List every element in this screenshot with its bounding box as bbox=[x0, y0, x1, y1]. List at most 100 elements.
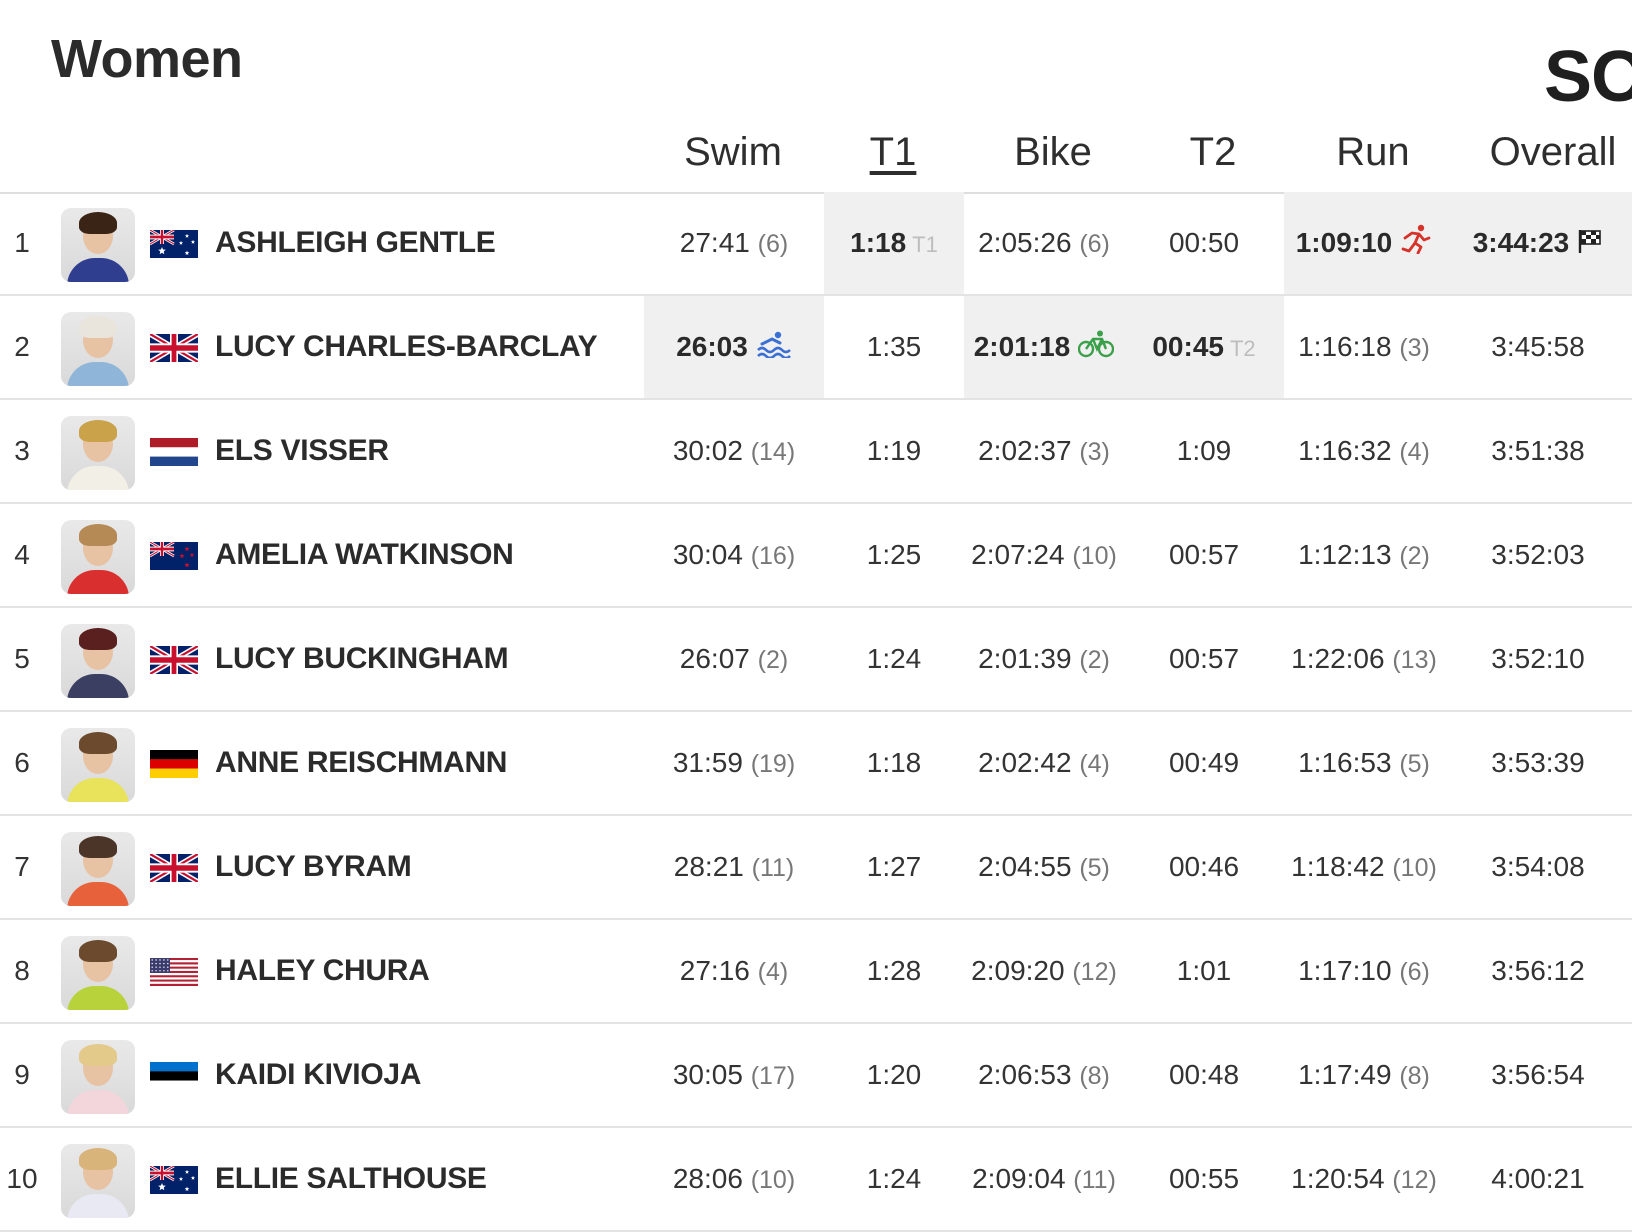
split-time: 2:01:18 bbox=[973, 331, 1071, 362]
table-row[interactable]: 9 KAIDI KIVIOJA 30:05 (17) 1:20 2:06:53 (8) 0… bbox=[0, 1024, 1632, 1128]
cell-run: 1:17:49 (8) bbox=[1284, 1024, 1444, 1126]
split-placing: (2) bbox=[757, 646, 789, 674]
athlete-avatar bbox=[61, 832, 135, 906]
cell-swim: 28:21 (11) bbox=[644, 816, 824, 918]
split-placing: (10) bbox=[750, 1166, 796, 1194]
split-time: 1:09:10 bbox=[1295, 227, 1393, 258]
table-row[interactable]: 1 ASHLEIGH GENTLE 27:41 (6) 1:18 T1 2:05:26 (… bbox=[0, 192, 1632, 296]
athlete-name[interactable]: AMELIA WATKINSON bbox=[215, 504, 514, 606]
athlete-avatar bbox=[61, 728, 135, 802]
rank-number: 10 bbox=[6, 1163, 38, 1194]
split-placing: (3) bbox=[1399, 334, 1430, 362]
split-time: 3:45:58 bbox=[1491, 331, 1585, 362]
cell-overall: 3:52:10 bbox=[1444, 608, 1632, 710]
athlete-name[interactable]: LUCY CHARLES-BARCLAY bbox=[215, 296, 598, 398]
australia-flag bbox=[150, 1166, 198, 1194]
split-time: 2:04:55 bbox=[978, 851, 1072, 882]
athlete-name[interactable]: LUCY BUCKINGHAM bbox=[215, 608, 509, 710]
cell-overall: 3:51:38 bbox=[1444, 400, 1632, 502]
athlete-avatar bbox=[61, 1040, 135, 1114]
estonia-flag bbox=[150, 1062, 198, 1090]
split-time: 1:17:49 bbox=[1298, 1059, 1392, 1090]
split-time: 00:57 bbox=[1168, 643, 1240, 674]
split-placing: (13) bbox=[1392, 646, 1437, 674]
cell-run: 1:18:42 (10) bbox=[1284, 816, 1444, 918]
athlete-name[interactable]: HALEY CHURA bbox=[215, 920, 430, 1022]
transition-tag: T2 bbox=[1229, 336, 1256, 361]
usa-flag bbox=[150, 958, 198, 986]
rank-number: 8 bbox=[14, 955, 30, 986]
split-time: 1:16:53 bbox=[1298, 747, 1392, 778]
athlete-name[interactable]: ASHLEIGH GENTLE bbox=[215, 192, 496, 294]
athlete-avatar bbox=[61, 624, 135, 698]
athlete-name[interactable]: LUCY BYRAM bbox=[215, 816, 412, 918]
table-row[interactable]: 7 LUCY BYRAM 28:21 (11) 1:27 2:04:55 (5) 00:4… bbox=[0, 816, 1632, 920]
athlete-avatar bbox=[61, 416, 135, 490]
cell-t1: 1:28 bbox=[824, 920, 964, 1022]
cell-run: 1:16:32 (4) bbox=[1284, 400, 1444, 502]
cell-t2: 1:01 bbox=[1124, 920, 1284, 1022]
athlete-avatar bbox=[61, 208, 135, 282]
split-time: 1:18 bbox=[850, 227, 907, 258]
table-row[interactable]: 10 ELLIE SALTHOUSE 28:06 (10) 1:24 2:09:04 (… bbox=[0, 1128, 1632, 1232]
table-row[interactable]: 4 AMELIA WATKINSON 30:04 (16) 1:25 2:07:24 (… bbox=[0, 504, 1632, 608]
split-placing: (11) bbox=[751, 854, 795, 882]
cell-run: 1:22:06 (13) bbox=[1284, 608, 1444, 710]
split-placing: (14) bbox=[750, 438, 796, 466]
rank-number: 9 bbox=[14, 1059, 30, 1090]
split-time: 00:45 bbox=[1152, 331, 1224, 362]
page-title: Women bbox=[51, 29, 243, 89]
rank-number: 7 bbox=[14, 851, 30, 882]
cell-t1: 1:20 bbox=[824, 1024, 964, 1126]
table-row[interactable]: 3 ELS VISSER 30:02 (14) 1:19 2:02:37 (3) 1:09… bbox=[0, 400, 1632, 504]
table-row[interactable]: 5 LUCY BUCKINGHAM 26:07 (2) 1:24 2:01:39 (2)… bbox=[0, 608, 1632, 712]
split-time: 1:01 bbox=[1176, 955, 1232, 986]
split-time: 1:28 bbox=[866, 955, 922, 986]
split-placing: (4) bbox=[1079, 750, 1110, 778]
cell-t1: 1:35 bbox=[824, 296, 964, 398]
split-time: 3:52:03 bbox=[1491, 539, 1585, 570]
netherlands-flag bbox=[150, 438, 198, 466]
split-time: 2:07:24 bbox=[971, 539, 1065, 570]
run-icon bbox=[1400, 194, 1432, 296]
athlete-name[interactable]: ELLIE SALTHOUSE bbox=[215, 1128, 487, 1230]
split-time: 1:18:42 bbox=[1291, 851, 1385, 882]
athlete-name[interactable]: KAIDI KIVIOJA bbox=[215, 1024, 421, 1126]
rank-number: 4 bbox=[14, 539, 30, 570]
table-row[interactable]: 6 ANNE REISCHMANN 31:59 (19) 1:18 2:02:42 (4… bbox=[0, 712, 1632, 816]
split-time: 2:09:20 bbox=[971, 955, 1065, 986]
cell-bike: 2:02:42 (4) bbox=[964, 712, 1124, 814]
cell-swim: 30:05 (17) bbox=[644, 1024, 824, 1126]
split-time: 1:24 bbox=[866, 643, 922, 674]
cell-t1: 1:25 bbox=[824, 504, 964, 606]
split-time: 00:55 bbox=[1168, 1163, 1240, 1194]
cell-t2: 1:09 bbox=[1124, 400, 1284, 502]
cell-t2: 00:46 bbox=[1124, 816, 1284, 918]
cell-overall: 3:53:39 bbox=[1444, 712, 1632, 814]
clipped-heading: SO bbox=[1544, 37, 1632, 117]
split-time: 1:35 bbox=[866, 331, 922, 362]
split-time: 1:16:18 bbox=[1298, 331, 1392, 362]
split-placing: (6) bbox=[1079, 230, 1110, 258]
split-time: 3:54:08 bbox=[1491, 851, 1585, 882]
cell-swim: 26:03 bbox=[644, 296, 824, 398]
cell-t2: 00:48 bbox=[1124, 1024, 1284, 1126]
split-time: 27:16 bbox=[679, 955, 750, 986]
results-table-body: 1 ASHLEIGH GENTLE 27:41 (6) 1:18 T1 2:05:26 (… bbox=[0, 192, 1632, 1232]
table-row[interactable]: 8 HALEY CHURA 27:16 (4) 1:28 2:09:20 (12) 1:0… bbox=[0, 920, 1632, 1024]
bike-icon bbox=[1078, 298, 1115, 400]
cell-swim: 30:02 (14) bbox=[644, 400, 824, 502]
cell-bike: 2:02:37 (3) bbox=[964, 400, 1124, 502]
split-placing: (12) bbox=[1392, 1166, 1437, 1194]
split-time: 3:56:12 bbox=[1491, 955, 1585, 986]
cell-swim: 26:07 (2) bbox=[644, 608, 824, 710]
table-row[interactable]: 2 LUCY CHARLES-BARCLAY 26:03 1:35 2:01:18 00:… bbox=[0, 296, 1632, 400]
rank-number: 6 bbox=[14, 747, 30, 778]
split-time: 3:53:39 bbox=[1491, 747, 1585, 778]
athlete-name[interactable]: ANNE REISCHMANN bbox=[215, 712, 507, 814]
split-placing: (8) bbox=[1079, 1062, 1110, 1090]
cell-t1: 1:19 bbox=[824, 400, 964, 502]
split-time: 31:59 bbox=[672, 747, 743, 778]
uk-flag bbox=[150, 334, 198, 362]
athlete-name[interactable]: ELS VISSER bbox=[215, 400, 389, 502]
